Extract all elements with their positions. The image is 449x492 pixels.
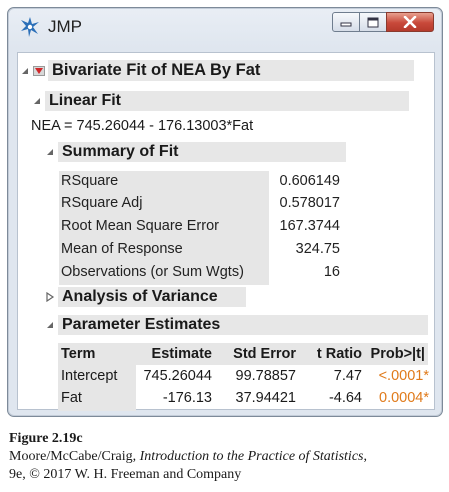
analysis-of-variance-title: Analysis of Variance (58, 287, 246, 307)
term-cell: Fat (61, 390, 82, 406)
caption-line-1: Moore/McCabe/Craig, Introduction to the … (9, 449, 367, 465)
bivariate-fit-title: Bivariate Fit of NEA By Fat (48, 60, 414, 81)
column-header-prob[interactable]: Prob>|t| (371, 346, 425, 362)
expand-triangle-icon[interactable] (45, 292, 55, 302)
stat-label: Root Mean Square Error (61, 218, 219, 234)
stat-value: 0.578017 (279, 195, 340, 211)
std-error-cell: 37.94421 (235, 390, 296, 406)
estimate-cell: -176.13 (162, 390, 212, 406)
caption-comma: , (363, 449, 367, 464)
column-header-estimate[interactable]: Estimate (152, 346, 212, 362)
stat-value: 167.3744 (279, 218, 340, 234)
window-title: JMP (48, 17, 82, 36)
prob-cell: 0.0004* (379, 390, 429, 406)
maximize-button[interactable] (359, 12, 387, 32)
stat-value: 324.75 (295, 241, 340, 257)
caption-line-2: 9e, © 2017 W. H. Freeman and Company (9, 467, 242, 482)
stat-value: 0.606149 (279, 173, 340, 189)
parameter-estimates-header[interactable]: Parameter Estimates (45, 315, 428, 335)
term-cell: Intercept (61, 368, 118, 384)
minimize-icon (340, 22, 352, 27)
menu-arrow-icon (35, 67, 43, 74)
red-triangle-menu-icon[interactable] (33, 65, 45, 76)
linear-fit-title: Linear Fit (45, 91, 409, 111)
caption-authors: Moore/McCabe/Craig, (9, 449, 140, 464)
estimate-cell: 745.26044 (143, 368, 212, 384)
maximize-icon (367, 17, 379, 27)
stat-label: Mean of Response (61, 241, 183, 257)
title-bar[interactable]: JMP (8, 8, 442, 44)
close-button[interactable] (386, 12, 434, 32)
jmp-window: JMP Bivariate Fit of NEA By Fat Linear F… (7, 7, 443, 417)
jmp-logo-icon (21, 17, 39, 37)
window-controls (332, 12, 434, 32)
analysis-of-variance-header[interactable]: Analysis of Variance (45, 287, 246, 307)
linear-fit-header[interactable]: Linear Fit (32, 91, 409, 111)
std-error-cell: 99.78857 (235, 368, 296, 384)
summary-of-fit-title: Summary of Fit (58, 142, 346, 162)
stat-value: 16 (323, 264, 340, 280)
stat-label: RSquare Adj (61, 195, 143, 211)
parameter-estimates-title: Parameter Estimates (58, 315, 428, 335)
column-header-t-ratio[interactable]: t Ratio (317, 346, 362, 362)
minimize-button[interactable] (332, 12, 360, 32)
summary-of-fit-header[interactable]: Summary of Fit (45, 142, 346, 162)
stat-label: RSquare (61, 173, 119, 189)
column-header-term[interactable]: Term (61, 346, 95, 362)
figure-number: Figure 2.19c (9, 431, 83, 446)
close-icon (403, 16, 417, 28)
t-ratio-cell: 7.47 (333, 368, 362, 384)
collapse-triangle-icon[interactable] (32, 96, 42, 106)
caption-book-title: Introduction to the Practice of Statisti… (139, 449, 364, 464)
t-ratio-cell: -4.64 (328, 390, 362, 406)
collapse-triangle-icon[interactable] (45, 320, 55, 330)
bivariate-fit-header[interactable]: Bivariate Fit of NEA By Fat (20, 60, 414, 81)
prob-cell: <.0001* (378, 368, 429, 384)
collapse-triangle-icon[interactable] (20, 66, 30, 76)
collapse-triangle-icon[interactable] (45, 147, 55, 157)
fit-equation: NEA = 745.26044 - 176.13003*Fat (31, 118, 254, 134)
stat-label: Observations (or Sum Wgts) (61, 264, 244, 280)
report-area: Bivariate Fit of NEA By Fat Linear Fit N… (17, 52, 435, 411)
column-header-std-error[interactable]: Std Error (233, 346, 296, 362)
